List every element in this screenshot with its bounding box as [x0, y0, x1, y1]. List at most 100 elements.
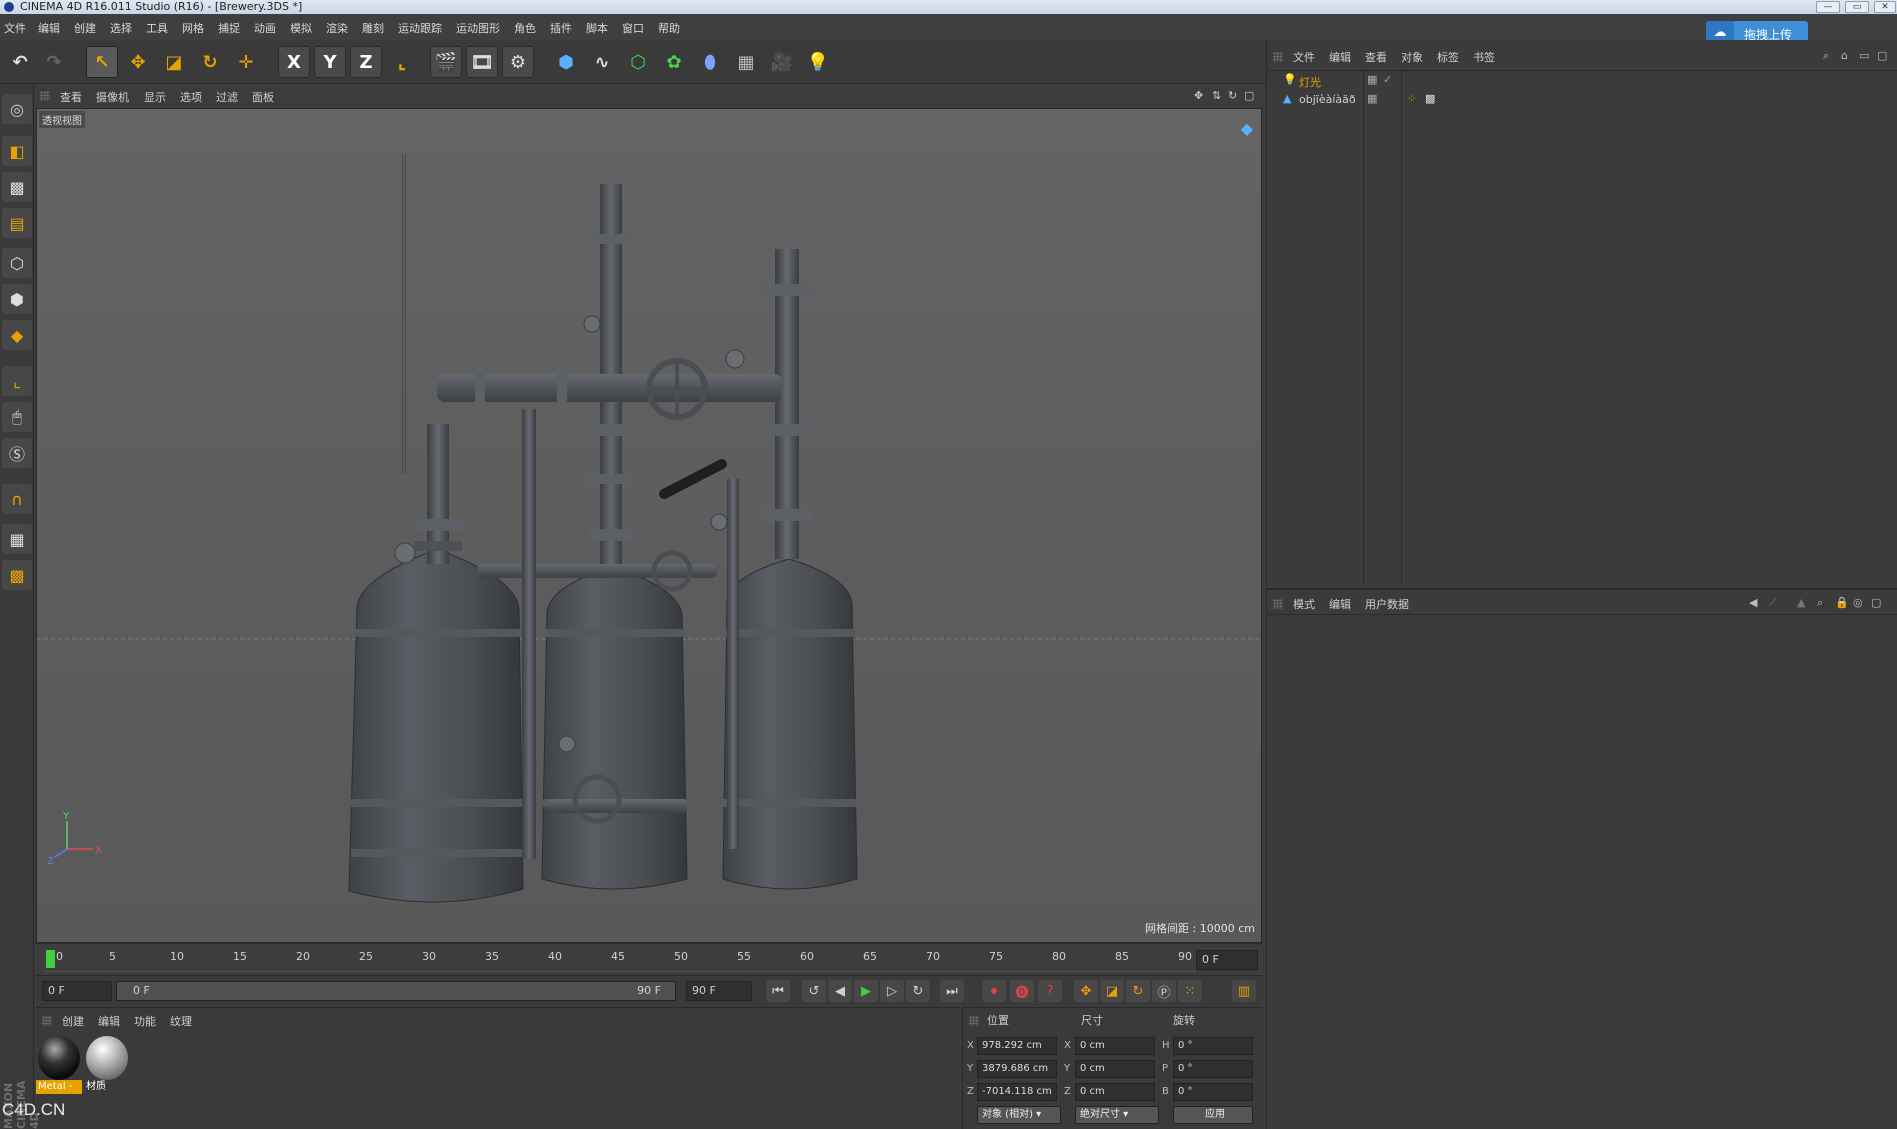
- record-rotation-icon[interactable]: ↻: [1126, 980, 1150, 1002]
- menu-edit[interactable]: 编辑: [38, 20, 60, 36]
- render-view-icon[interactable]: 🎬: [430, 46, 462, 78]
- play-icon[interactable]: ▶: [854, 980, 878, 1002]
- material-default-swatch[interactable]: [86, 1036, 128, 1080]
- record-parameter-icon[interactable]: Ⓟ: [1152, 980, 1176, 1002]
- y-axis-lock-button[interactable]: Y: [314, 46, 346, 78]
- panel-grip[interactable]: [40, 91, 50, 101]
- end-frame-field[interactable]: 90 F: [686, 981, 752, 1001]
- render-picture-viewer-icon[interactable]: 🎞: [466, 46, 498, 78]
- vp-menu-filter[interactable]: 过滤: [216, 89, 238, 105]
- goto-end-icon[interactable]: ⏭: [940, 980, 964, 1002]
- menu-script[interactable]: 脚本: [586, 20, 608, 36]
- visibility-icon[interactable]: ▦: [1367, 92, 1377, 105]
- make-editable-icon[interactable]: ◎: [2, 94, 32, 124]
- timeline-ruler[interactable]: 0 5 10 15 20 25 30 35 40 45 50 55 60 65 …: [46, 948, 1196, 972]
- home-icon[interactable]: ⌂: [1841, 49, 1848, 62]
- start-frame-field[interactable]: 0 F: [42, 981, 112, 1001]
- pos-y-field[interactable]: 3879.686 cm: [977, 1060, 1057, 1078]
- menu-plugins[interactable]: 插件: [550, 20, 572, 36]
- vp-menu-panel[interactable]: 面板: [252, 89, 274, 105]
- apply-button[interactable]: 应用: [1173, 1106, 1253, 1124]
- transform-tool-icon[interactable]: ✛: [230, 46, 262, 78]
- prev-frame-icon[interactable]: ◀: [828, 980, 852, 1002]
- record-scale-icon[interactable]: ◪: [1100, 980, 1124, 1002]
- z-axis-lock-button[interactable]: Z: [350, 46, 382, 78]
- vp-menu-view[interactable]: 查看: [60, 89, 82, 105]
- obj-menu-bookmarks[interactable]: 书签: [1473, 49, 1495, 65]
- obj-menu-file[interactable]: 文件: [1293, 49, 1315, 65]
- rot-b-field[interactable]: 0 °: [1173, 1083, 1253, 1101]
- goto-start-icon[interactable]: ⏮: [766, 980, 790, 1002]
- object-row-model[interactable]: ▲ objïèàíàäð ▦ ⁘ ▩: [1267, 91, 1897, 109]
- close-button[interactable]: ✕: [1874, 1, 1896, 13]
- search-icon[interactable]: ⌕: [1823, 49, 1829, 63]
- next-key-icon[interactable]: ↻: [906, 980, 930, 1002]
- mat-menu-create[interactable]: 创建: [62, 1013, 84, 1029]
- menu-sculpt[interactable]: 雕刻: [362, 20, 384, 36]
- spline-icon[interactable]: ∿: [586, 46, 618, 78]
- coordinate-mode-dropdown[interactable]: 对象 (相对) ▾: [977, 1106, 1061, 1124]
- snap-icon[interactable]: Ⓢ: [2, 438, 32, 468]
- panel-grip[interactable]: [1273, 599, 1283, 609]
- panel-grip[interactable]: [42, 1016, 52, 1026]
- maximize-button[interactable]: ▭: [1845, 1, 1869, 13]
- keyframe-selection-icon[interactable]: ?: [1038, 980, 1062, 1002]
- menu-mesh[interactable]: 网格: [182, 20, 204, 36]
- menu-animate[interactable]: 动画: [254, 20, 276, 36]
- mat-menu-function[interactable]: 功能: [134, 1013, 156, 1029]
- subdivision-icon[interactable]: ⬡: [622, 46, 654, 78]
- autokey-icon[interactable]: ⓿: [1010, 980, 1034, 1002]
- menu-simulate[interactable]: 模拟: [290, 20, 312, 36]
- material-metal-swatch[interactable]: [38, 1036, 80, 1080]
- menu-tools[interactable]: 工具: [146, 20, 168, 36]
- menu-mograph[interactable]: 运动图形: [456, 20, 500, 36]
- maximize-panel-icon[interactable]: ▢: [1871, 596, 1881, 609]
- material-tag-icon[interactable]: ▩: [1425, 92, 1435, 105]
- panel-grip[interactable]: [969, 1016, 979, 1026]
- record-pla-icon[interactable]: ⁙: [1178, 980, 1202, 1002]
- pos-z-field[interactable]: -7014.118 cm: [977, 1083, 1057, 1101]
- lock-workplane-icon[interactable]: ▦: [2, 524, 32, 554]
- obj-menu-view[interactable]: 查看: [1365, 49, 1387, 65]
- timeline[interactable]: 0 5 10 15 20 25 30 35 40 45 50 55 60 65 …: [36, 943, 1262, 975]
- rot-h-field[interactable]: 0 °: [1173, 1037, 1253, 1055]
- new-view-icon[interactable]: ▭: [1859, 49, 1869, 62]
- floor-icon[interactable]: ▦: [730, 46, 762, 78]
- size-x-field[interactable]: 0 cm: [1075, 1037, 1155, 1055]
- light-icon[interactable]: 💡: [802, 46, 834, 78]
- axis-mode-icon[interactable]: ⌞: [2, 366, 32, 396]
- vp-rotate-icon[interactable]: ↻: [1228, 89, 1237, 102]
- redo-icon[interactable]: ↷: [38, 46, 70, 78]
- settings-icon[interactable]: ◎: [1853, 596, 1863, 609]
- minimize-button[interactable]: —: [1816, 1, 1840, 13]
- record-position-icon[interactable]: ✥: [1074, 980, 1098, 1002]
- forward-arrow-icon[interactable]: ⟋: [1769, 596, 1777, 610]
- menu-help[interactable]: 帮助: [658, 20, 680, 36]
- phong-tag-icon[interactable]: ⁘: [1407, 92, 1416, 105]
- size-mode-dropdown[interactable]: 绝对尺寸 ▾: [1075, 1106, 1159, 1124]
- cube-object-icon[interactable]: ⬢: [550, 46, 582, 78]
- planar-workplane-icon[interactable]: ▩: [2, 560, 32, 590]
- model-mode-icon[interactable]: ◧: [2, 136, 32, 166]
- deformer-icon[interactable]: ⬮: [694, 46, 726, 78]
- prev-key-icon[interactable]: ↺: [802, 980, 826, 1002]
- playhead-marker[interactable]: [46, 950, 55, 968]
- mat-menu-edit[interactable]: 编辑: [98, 1013, 120, 1029]
- menu-motion-tracker[interactable]: 运动跟踪: [398, 20, 442, 36]
- vp-menu-options[interactable]: 选项: [180, 89, 202, 105]
- menu-character[interactable]: 角色: [514, 20, 536, 36]
- undo-icon[interactable]: ↶: [4, 46, 36, 78]
- attr-menu-mode[interactable]: 模式: [1293, 596, 1315, 612]
- rot-p-field[interactable]: 0 °: [1173, 1060, 1253, 1078]
- camera-icon[interactable]: 🎥: [766, 46, 798, 78]
- menu-render[interactable]: 渲染: [326, 20, 348, 36]
- size-y-field[interactable]: 0 cm: [1075, 1060, 1155, 1078]
- object-row-light[interactable]: 💡 灯光 ▦ ✓: [1267, 72, 1897, 90]
- attr-menu-edit[interactable]: 编辑: [1329, 596, 1351, 612]
- panel-grip[interactable]: [1273, 52, 1283, 62]
- menu-select[interactable]: 选择: [110, 20, 132, 36]
- menu-create[interactable]: 创建: [74, 20, 96, 36]
- vp-zoom-icon[interactable]: ⇅: [1212, 89, 1221, 102]
- pos-x-field[interactable]: 978.292 cm: [977, 1037, 1057, 1055]
- rotate-tool-icon[interactable]: ↻: [194, 46, 226, 78]
